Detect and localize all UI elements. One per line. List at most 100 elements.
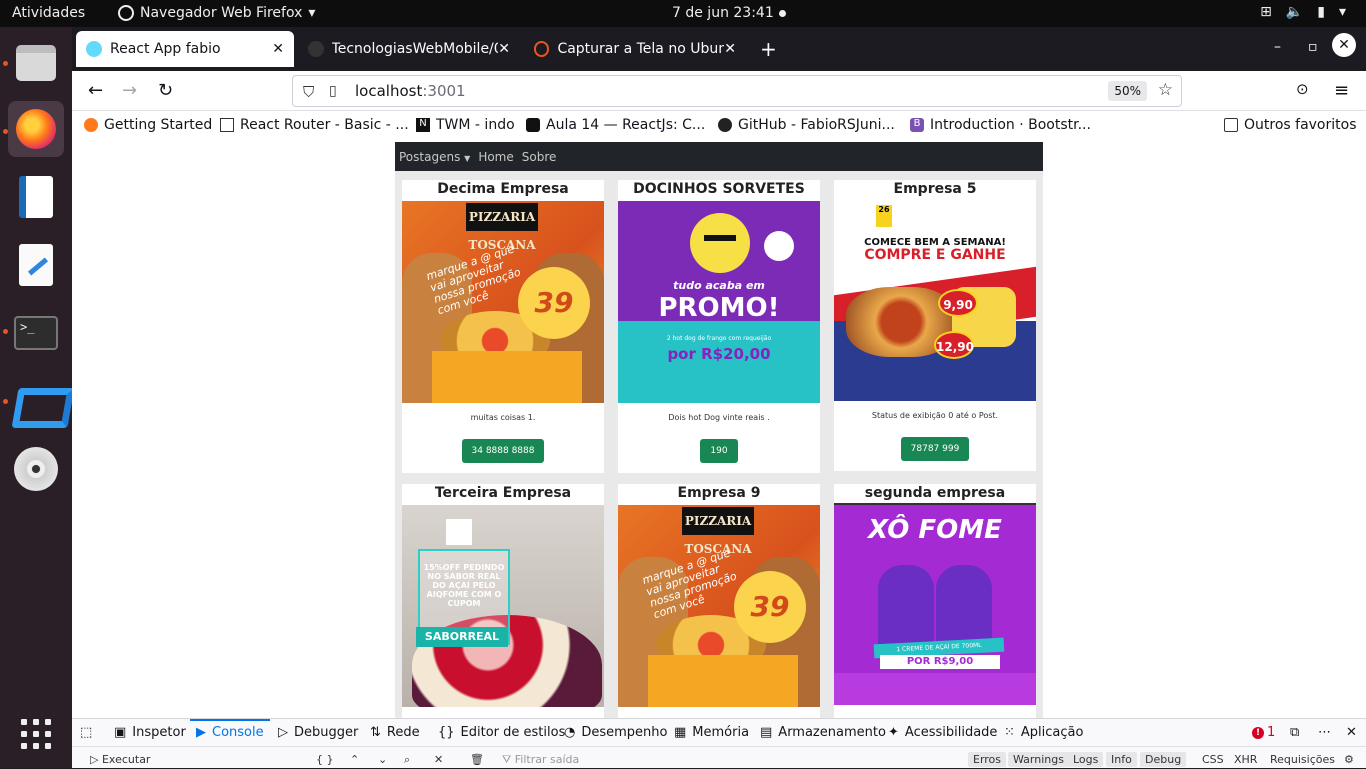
element-picker-icon[interactable]: ⬚ [80, 725, 98, 740]
dock-firefox[interactable] [8, 101, 64, 157]
tab-armazenamento[interactable]: ▤ Armazenamento [760, 725, 886, 740]
nav-sobre-link[interactable]: Sobre [522, 150, 557, 164]
card-description: Dois hot Dog vinte reais . [668, 413, 770, 422]
firefox-icon [84, 118, 98, 132]
devtools-panel: ⬚ ▣ Inspetor ▶ Console ▷ Debugger ⇅ Rede {} E… [72, 718, 1366, 768]
zoom-indicator[interactable]: 50% [1108, 81, 1147, 101]
clock[interactable]: 7 de jun 23:41 [672, 5, 774, 21]
dock: >_ [0, 27, 72, 768]
tab-editor-estilos[interactable]: {} Editor de estilos [438, 725, 565, 740]
more-options-icon[interactable]: ⋯ [1318, 725, 1337, 740]
phone-button[interactable]: 190 [700, 439, 738, 463]
post-card: Empresa 9 PIZZARIA TOSCANA marque a @ qu… [618, 484, 820, 718]
url-text[interactable]: localhost:3001 [355, 82, 466, 100]
dock-vscode[interactable] [8, 373, 64, 429]
tab-react-app[interactable]: React App fabio ✕ [76, 31, 294, 67]
tab-memoria[interactable]: ▦ Memória [674, 725, 749, 740]
tab-aplicacao[interactable]: ⁙ Aplicação [1004, 725, 1083, 740]
text-editor-icon [19, 244, 53, 286]
vscode-icon [15, 380, 57, 422]
bookmark-getting-started[interactable]: Getting Started [84, 117, 212, 133]
filter-warnings[interactable]: Warnings [1008, 752, 1069, 767]
bookmark-star-icon[interactable]: ☆ [1158, 80, 1173, 100]
tab-bar: React App fabio ✕ TecnologiasWebMobile/0… [72, 27, 1366, 71]
page-icon[interactable]: ▯ [329, 83, 337, 99]
card-image: PIZZARIA TOSCANA marque a @ que vai apro… [618, 505, 820, 707]
card-title: Empresa 5 [893, 181, 977, 197]
filter-css[interactable]: CSS [1202, 753, 1224, 766]
filter-requests[interactable]: Requisições [1270, 753, 1335, 766]
close-icon[interactable]: ✕ [498, 41, 510, 57]
dock-text-editor[interactable] [8, 237, 64, 293]
pretty-print-icon[interactable]: { } [316, 753, 334, 766]
url-bar[interactable]: ⛉ ▯ localhost:3001 50% ☆ [292, 75, 1182, 107]
run-button[interactable]: ▷ Executar [90, 753, 150, 766]
bootstrap-icon: B [910, 118, 924, 132]
tab-inspetor[interactable]: ▣ Inspetor [114, 725, 186, 740]
back-icon[interactable]: ← [88, 80, 103, 101]
maximize-button[interactable]: ▫ [1308, 39, 1318, 55]
tab-capture[interactable]: Capturar a Tela no Ubunt ✕ [524, 31, 746, 67]
tab-console[interactable]: ▶ Console [196, 725, 264, 740]
card-title: segunda empresa [834, 484, 1036, 505]
filter-errors[interactable]: Erros [968, 752, 1007, 767]
phone-button[interactable]: 78787 999 [900, 437, 970, 461]
forward-icon[interactable]: → [122, 80, 137, 101]
minimize-button[interactable]: – [1274, 39, 1281, 55]
phone-button[interactable]: 34 8888 8888 [461, 439, 545, 463]
accessibility-icon: ✦ [888, 725, 899, 740]
tab-debugger[interactable]: ▷ Debugger [278, 725, 358, 740]
show-apps-button[interactable] [8, 706, 64, 762]
gear-icon[interactable]: ⚙ [1344, 753, 1354, 766]
application-icon: ⁙ [1004, 725, 1015, 740]
bookmark-other[interactable]: Outros favoritos [1224, 117, 1357, 133]
filter-input[interactable]: ⛛ Filtrar saída [502, 753, 579, 767]
filter-logs[interactable]: Logs [1068, 752, 1104, 767]
chevron-down-icon[interactable]: ⌄ [378, 753, 387, 766]
app-menu[interactable]: Navegador Web Firefox ▾ [118, 5, 315, 21]
dock-writer[interactable] [8, 169, 64, 225]
filter-debug[interactable]: Debug [1140, 752, 1187, 767]
github-icon [718, 118, 732, 132]
video-icon [526, 118, 540, 132]
chevron-up-icon[interactable]: ⌃ [350, 753, 359, 766]
react-icon [86, 41, 102, 57]
system-tray[interactable]: ⊞ 🔈 ▮ ▾ [1260, 4, 1346, 20]
network-icon: ⊞ [1260, 4, 1272, 20]
bookmark-react-router[interactable]: React Router - Basic - ... [220, 117, 409, 133]
clear-icon[interactable]: ✕ [434, 753, 443, 766]
bookmark-aula-14[interactable]: Aula 14 — ReactJs: C... [526, 117, 705, 133]
reload-icon[interactable]: ↻ [158, 80, 173, 101]
tab-rede[interactable]: ⇅ Rede [370, 725, 420, 740]
error-count-badge[interactable]: ! 1 [1252, 725, 1275, 740]
trash-icon[interactable]: 🗑 [470, 753, 484, 766]
new-tab-button[interactable]: + [760, 37, 777, 61]
filter-xhr[interactable]: XHR [1234, 753, 1257, 766]
bookmark-twm[interactable]: N TWM - indo [416, 117, 515, 133]
dock-files[interactable] [8, 35, 64, 91]
dock-terminal[interactable]: >_ [8, 305, 64, 361]
tab-acessibilidade[interactable]: ✦ Acessibilidade [888, 725, 997, 740]
tab-label: Capturar a Tela no Ubunt [557, 41, 725, 57]
activities-button[interactable]: Atividades [12, 5, 85, 21]
bookmark-bootstrap[interactable]: B Introduction · Bootstr... [910, 117, 1091, 133]
nav-postagens-dropdown[interactable]: Postagens ▼ [399, 150, 470, 164]
bookmark-github[interactable]: GitHub - FabioRSJuni... [718, 117, 895, 133]
error-icon: ! [1252, 726, 1264, 739]
filter-info[interactable]: Info [1106, 752, 1137, 767]
tab-desempenho[interactable]: ◔ Desempenho [564, 725, 667, 740]
close-icon[interactable]: ✕ [272, 41, 284, 57]
nav-home-link[interactable]: Home [478, 150, 513, 164]
close-devtools-icon[interactable]: ✕ [1346, 725, 1363, 740]
close-icon[interactable]: ✕ [724, 41, 736, 57]
pocket-icon[interactable]: ⊙ [1296, 80, 1309, 98]
dock-side-icon[interactable]: ⧉ [1290, 725, 1305, 740]
search-icon[interactable]: ⌕ [404, 753, 410, 767]
card-image: 15%OFF PEDINDO NO SABOR REAL DO AÇAÍ PEL… [402, 505, 604, 707]
battery-icon: ▮ [1317, 4, 1325, 20]
shield-icon[interactable]: ⛉ [303, 83, 314, 101]
tab-github[interactable]: TecnologiasWebMobile/0 ✕ [298, 31, 520, 67]
window-close-button[interactable]: ✕ [1332, 33, 1356, 57]
dock-disc[interactable] [8, 441, 64, 497]
menu-icon[interactable]: ≡ [1334, 80, 1349, 101]
